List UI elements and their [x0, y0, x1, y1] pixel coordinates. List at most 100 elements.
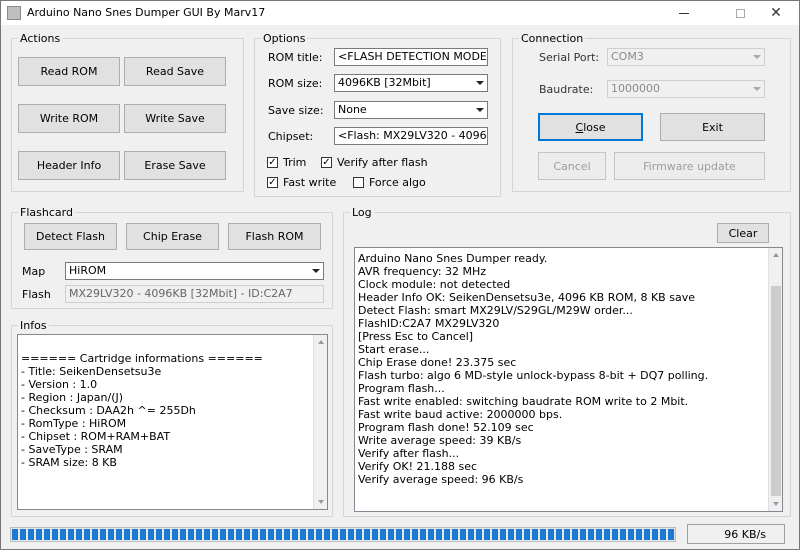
check-icon: ✓	[267, 156, 278, 168]
write-rom-button[interactable]: Write ROM	[18, 104, 120, 133]
flash-rom-button[interactable]: Flash ROM	[228, 223, 321, 250]
save-size-label: Save size:	[268, 104, 324, 117]
connection-legend: Connection	[521, 32, 584, 45]
map-select[interactable]: HiROM	[65, 262, 324, 280]
log-line: Fast write baud active: 2000000 bps.	[358, 408, 563, 421]
infos-line: ====== Cartridge informations ======	[21, 352, 263, 365]
speed-status: 96 KB/s	[687, 524, 785, 544]
chevron-down-icon	[473, 102, 487, 118]
infos-line: - Title: SeikenDensetsu3e	[21, 365, 162, 378]
save-size-value: None	[338, 103, 367, 116]
serial-port-label: Serial Port:	[539, 51, 600, 64]
infos-scrollbar[interactable]	[313, 335, 327, 509]
infos-line: - Version : 1.0	[21, 378, 98, 391]
check-icon: ✓	[267, 176, 278, 188]
close-window-button[interactable]: ✕	[753, 1, 799, 25]
infos-line: - Chipset : ROM+RAM+BAT	[21, 430, 171, 443]
baudrate-select[interactable]: 1000000	[607, 80, 765, 98]
map-value: HiROM	[69, 264, 107, 277]
cancel-button[interactable]: Cancel	[538, 152, 606, 180]
force-algo-label: Force algo	[369, 176, 426, 189]
baudrate-value: 1000000	[611, 82, 660, 95]
force-algo-checkbox[interactable]: Force algo	[353, 176, 426, 189]
infos-line: - RomType : HiROM	[21, 417, 127, 430]
log-line: Start erase...	[358, 343, 430, 356]
rom-title-field[interactable]: <FLASH DETECTION MODE>	[334, 48, 488, 66]
close-mnemonic: C	[575, 120, 584, 134]
clear-log-button[interactable]: Clear	[717, 223, 769, 243]
minimize-icon	[679, 12, 689, 14]
serial-port-select[interactable]: COM3	[607, 48, 765, 66]
header-info-button[interactable]: Header Info	[18, 151, 120, 180]
infos-text-area[interactable]: ====== Cartridge informations ====== - Ti…	[17, 334, 328, 510]
checkbox-empty-icon	[353, 177, 364, 188]
log-line: Verify OK! 21.188 sec	[358, 460, 478, 473]
log-line: FlashID:C2A7 MX29LV320	[358, 317, 500, 330]
fast-write-label: Fast write	[283, 176, 337, 189]
rom-size-select[interactable]: 4096KB [32Mbit]	[334, 74, 488, 92]
log-line: Flash turbo: algo 6 MD-style unlock-bypa…	[358, 369, 709, 382]
infos-line: - SRAM size: 8 KB	[21, 456, 117, 469]
log-legend: Log	[352, 206, 372, 219]
scroll-up-icon[interactable]	[314, 335, 327, 349]
scroll-thumb[interactable]	[771, 286, 781, 496]
verify-after-flash-checkbox[interactable]: ✓ Verify after flash	[321, 156, 428, 169]
infos-line: - SaveType : SRAM	[21, 443, 123, 456]
minimize-button[interactable]	[661, 1, 707, 25]
read-rom-button[interactable]: Read ROM	[18, 57, 120, 86]
close-icon: ✕	[770, 5, 782, 21]
scroll-up-icon[interactable]	[769, 248, 782, 262]
log-line: Write average speed: 39 KB/s	[358, 434, 522, 447]
flashcard-legend: Flashcard	[20, 206, 73, 219]
log-line: Verify average speed: 96 KB/s	[358, 473, 524, 486]
infos-legend: Infos	[20, 319, 47, 332]
erase-save-button[interactable]: Erase Save	[124, 151, 226, 180]
options-legend: Options	[263, 32, 306, 45]
flash-id-field: MX29LV320 - 4096KB [32Mbit] - ID:C2A7	[65, 285, 324, 303]
read-save-button[interactable]: Read Save	[124, 57, 226, 86]
log-lines: Arduino Nano Snes Dumper ready. AVR frequ…	[358, 252, 766, 486]
verify-after-flash-label: Verify after flash	[337, 156, 428, 169]
detect-flash-button[interactable]: Detect Flash	[24, 223, 117, 250]
infos-line	[21, 339, 311, 352]
chipset-field[interactable]: <Flash: MX29LV320 - 4096KB	[334, 127, 488, 145]
infos-line: - Region : Japan/(J)	[21, 391, 124, 404]
log-line: Program flash done! 52.109 sec	[358, 421, 534, 434]
map-label: Map	[22, 265, 46, 278]
close-button[interactable]: Close	[538, 113, 643, 141]
firmware-update-button[interactable]: Firmware update	[614, 152, 765, 180]
infos-lines: ====== Cartridge informations ====== - Ti…	[21, 339, 311, 469]
baudrate-label: Baudrate:	[539, 83, 594, 96]
rom-size-label: ROM size:	[268, 77, 323, 90]
log-line: AVR frequency: 32 MHz	[358, 265, 487, 278]
log-text-area[interactable]: Arduino Nano Snes Dumper ready. AVR frequ…	[354, 247, 783, 512]
maximize-icon	[735, 8, 745, 18]
exit-button[interactable]: Exit	[660, 113, 765, 141]
scroll-down-icon[interactable]	[314, 495, 327, 509]
progress-bar	[10, 527, 676, 542]
log-line: Program flash...	[358, 382, 445, 395]
fast-write-checkbox[interactable]: ✓ Fast write	[267, 176, 336, 189]
save-size-select[interactable]: None	[334, 101, 488, 119]
app-window: Arduino Nano Snes Dumper GUI By Marv17 ✕…	[0, 0, 800, 550]
chip-erase-button[interactable]: Chip Erase	[126, 223, 219, 250]
log-line: [Press Esc to Cancel]	[358, 330, 474, 343]
trim-label: Trim	[283, 156, 307, 169]
app-icon	[7, 6, 21, 20]
flash-label: Flash	[22, 288, 51, 301]
log-line: Fast write enabled: switching baudrate R…	[358, 395, 689, 408]
log-scrollbar[interactable]	[768, 248, 782, 511]
write-save-button[interactable]: Write Save	[124, 104, 226, 133]
chipset-label: Chipset:	[268, 130, 314, 143]
progress-fill	[12, 529, 674, 540]
chevron-down-icon	[473, 75, 487, 91]
actions-legend: Actions	[20, 32, 61, 45]
rom-title-label: ROM title:	[268, 51, 323, 64]
chevron-down-icon	[750, 49, 764, 65]
title-bar: Arduino Nano Snes Dumper GUI By Marv17 ✕	[1, 1, 799, 25]
infos-line: - Checksum : DAA2h ^= 255Dh	[21, 404, 196, 417]
check-icon: ✓	[321, 156, 332, 168]
scroll-down-icon[interactable]	[769, 497, 782, 511]
trim-checkbox[interactable]: ✓ Trim	[267, 156, 306, 169]
log-line: Header Info OK: SeikenDensetsu3e, 4096 K…	[358, 291, 695, 304]
